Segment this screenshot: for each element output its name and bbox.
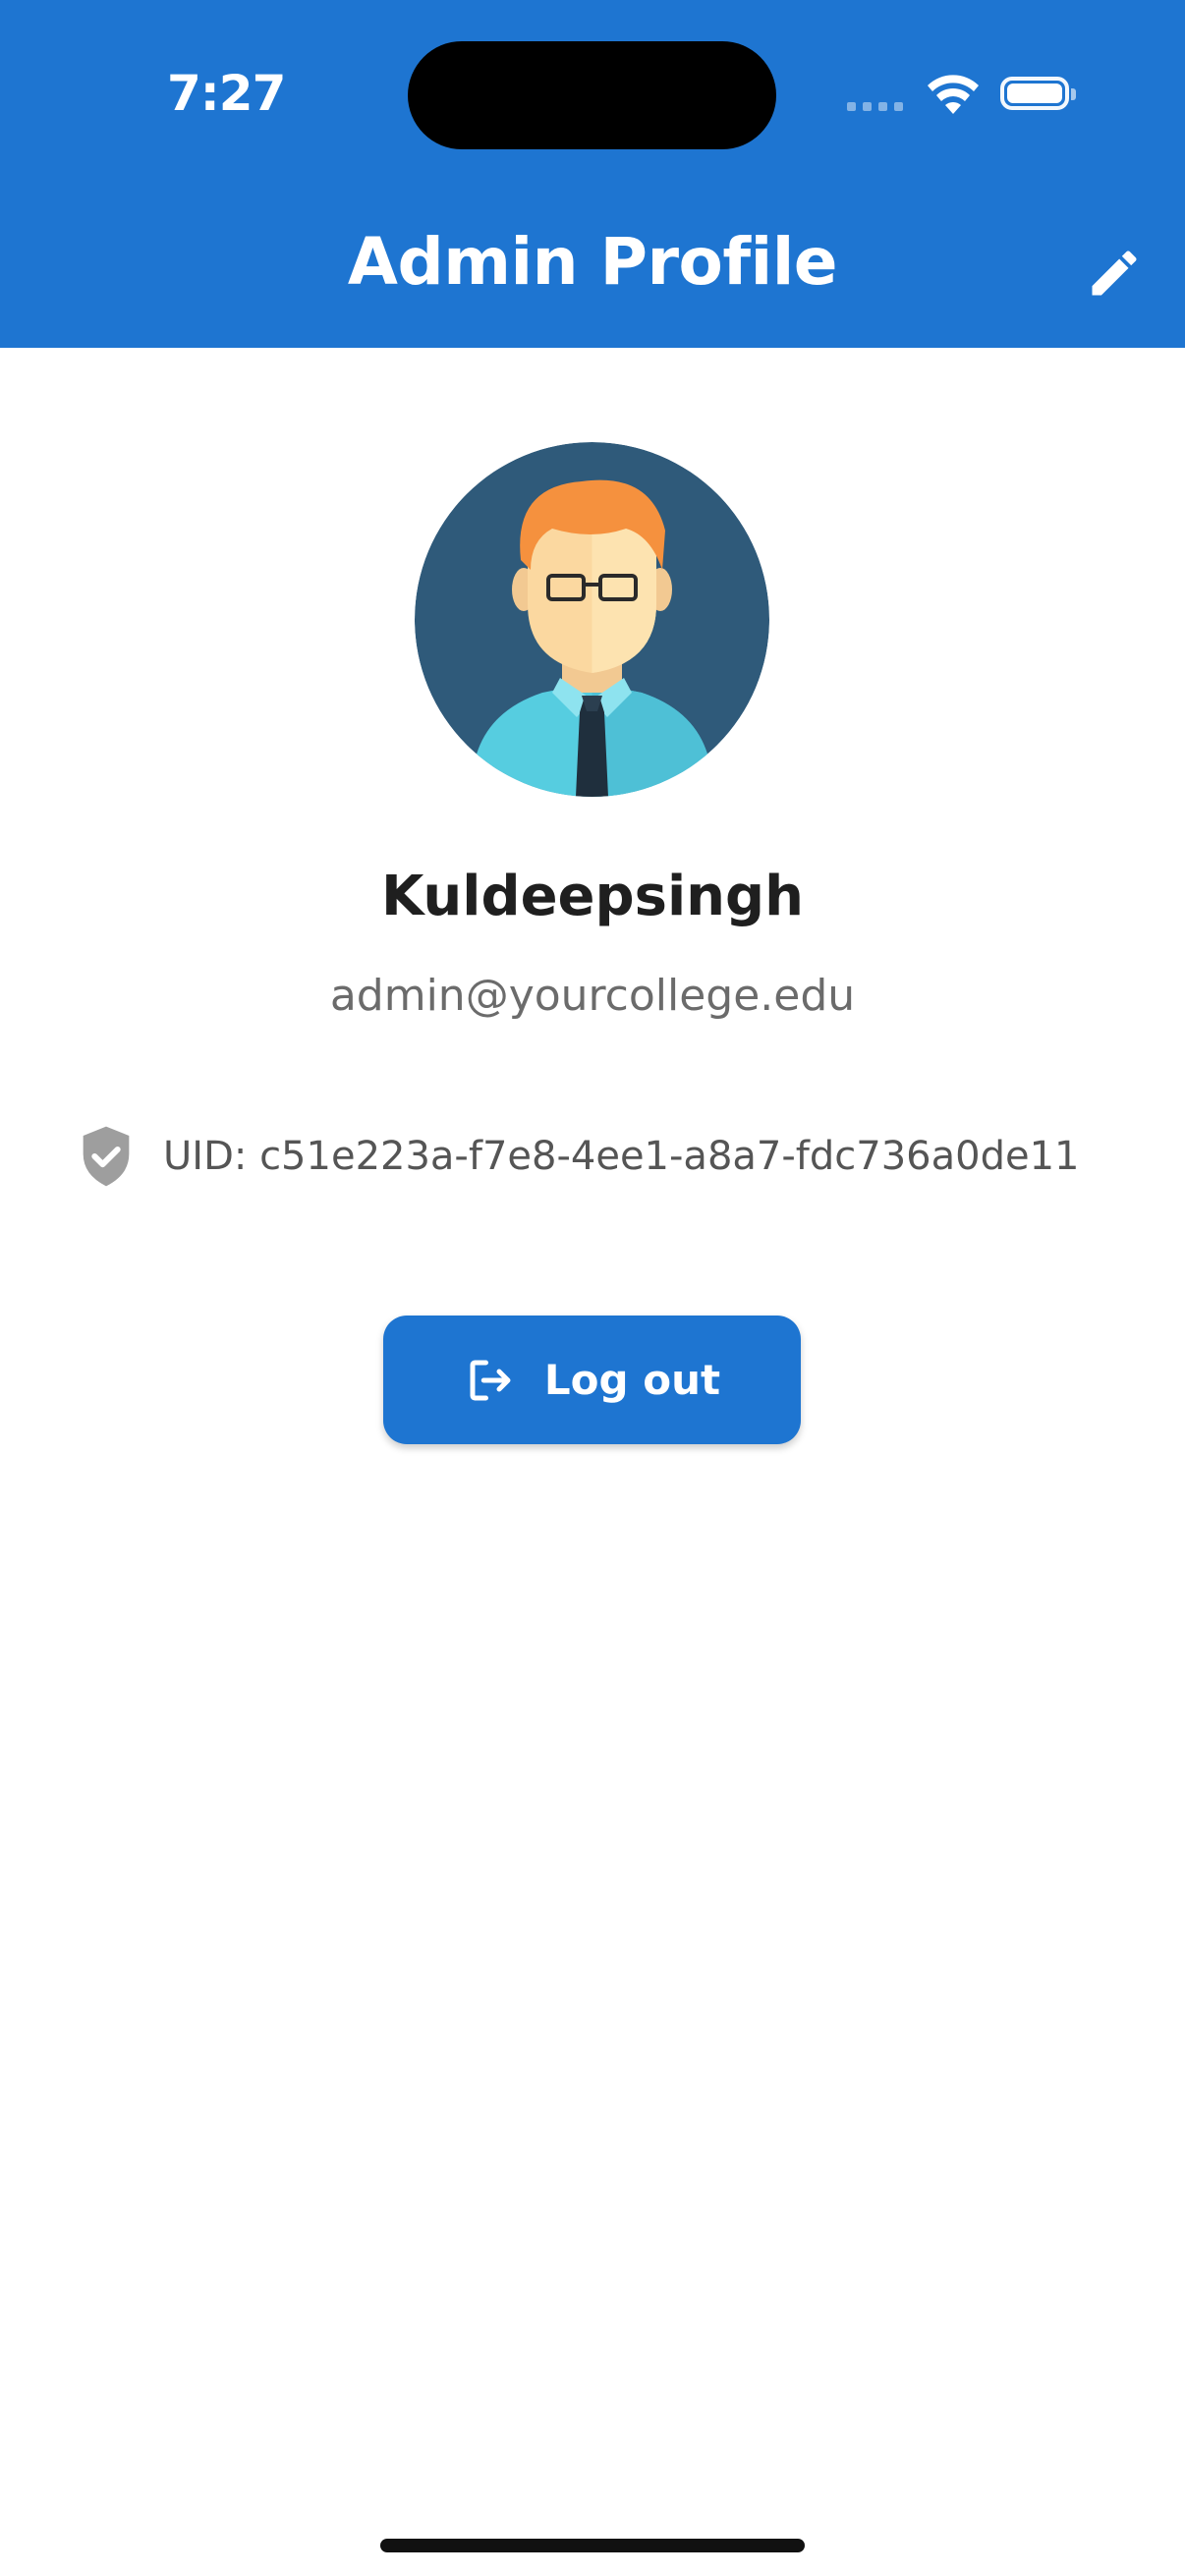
uid-row: UID: c51e223a-f7e8-4ee1-a8a7-fdc736a0de1…	[79, 1122, 1159, 1191]
wifi-icon	[928, 75, 979, 114]
logout-label: Log out	[543, 1356, 721, 1404]
home-indicator[interactable]	[380, 2539, 805, 2552]
page-title: Admin Profile	[347, 224, 838, 300]
shield-check-icon	[83, 1126, 130, 1187]
pencil-icon	[1092, 251, 1137, 296]
user-name: Kuldeepsingh	[381, 865, 804, 928]
user-email: admin@yourcollege.edu	[329, 971, 856, 1021]
battery-icon	[1000, 77, 1076, 110]
app-bar: 7:27 Admin Profile	[0, 0, 1185, 348]
avatar	[415, 442, 769, 797]
person-avatar-icon	[415, 442, 769, 797]
edit-profile-button[interactable]	[1067, 226, 1161, 320]
dynamic-island	[408, 41, 776, 149]
status-icons	[847, 71, 1083, 120]
logout-button[interactable]: Log out	[383, 1316, 801, 1444]
cellular-signal-icon	[847, 102, 903, 111]
logout-icon	[470, 1360, 511, 1400]
uid-text: UID: c51e223a-f7e8-4ee1-a8a7-fdc736a0de1…	[163, 1134, 1080, 1179]
status-time: 7:27	[167, 65, 286, 122]
